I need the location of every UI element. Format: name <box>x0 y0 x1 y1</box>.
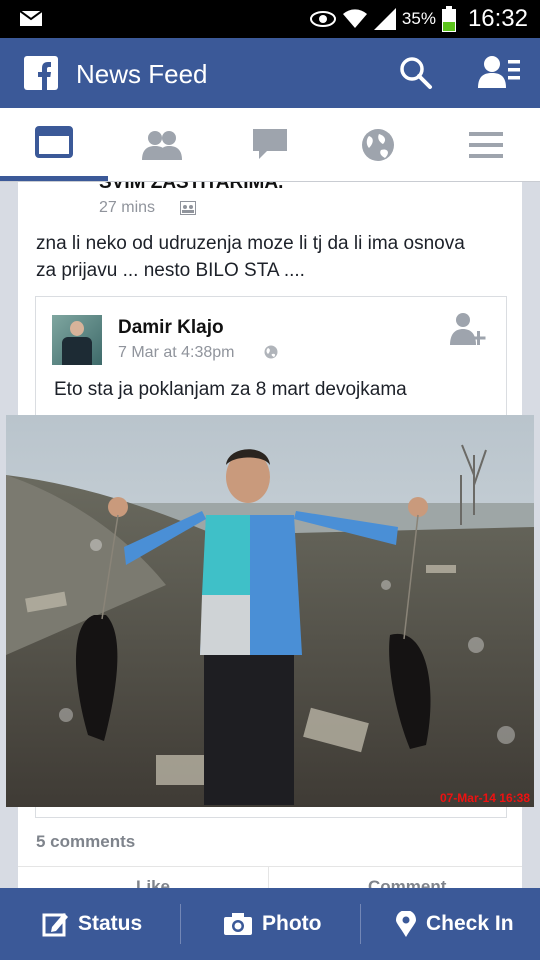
tab-notifications[interactable] <box>324 108 432 181</box>
location-pin-icon <box>396 911 416 937</box>
clock: 16:32 <box>467 5 528 32</box>
eye-icon <box>309 11 336 27</box>
post-timestamp[interactable]: 27 mins <box>99 199 155 217</box>
photo-scene <box>6 415 534 807</box>
signal-icon <box>373 8 396 30</box>
bottom-action-bar: Status Photo Check In <box>0 888 540 960</box>
check-in-label: Check In <box>426 912 514 935</box>
photo-button[interactable]: Photo <box>224 888 321 960</box>
wifi-icon <box>342 9 367 28</box>
globe-icon <box>362 128 394 161</box>
page-title: News Feed <box>76 59 208 89</box>
compose-icon <box>42 913 68 937</box>
comments-count[interactable]: 5 comments <box>36 832 135 852</box>
post-text: zna li neko od udruzenja moze li tj da l… <box>36 233 465 281</box>
mail-icon <box>20 11 42 26</box>
app-bar: News Feed <box>0 38 540 108</box>
divider <box>360 904 361 944</box>
battery-percent: 35% <box>401 9 436 28</box>
photo-date-stamp: 07-Mar-14 16:38 <box>439 791 530 805</box>
add-friend-icon[interactable] <box>450 311 486 347</box>
shared-timestamp[interactable]: 7 Mar at 4:38pm <box>118 344 235 362</box>
facebook-logo-icon[interactable] <box>24 56 58 90</box>
messages-icon <box>253 128 287 159</box>
news-feed-icon <box>35 126 73 158</box>
tab-more[interactable] <box>432 108 540 181</box>
comment-button[interactable]: Comment <box>368 877 446 888</box>
friend-requests-icon <box>142 130 182 160</box>
battery-icon <box>441 6 456 32</box>
check-in-button[interactable]: Check In <box>396 888 514 960</box>
public-globe-icon <box>264 345 278 359</box>
avatar[interactable] <box>52 315 102 365</box>
status-bar: 35% 16:32 <box>0 0 540 38</box>
group-privacy-icon <box>180 201 196 215</box>
status-label: Status <box>78 912 143 935</box>
post-title: SVIM ZASTITARIMA. <box>99 182 284 193</box>
shared-author-name[interactable]: Damir Klajo <box>118 317 224 339</box>
menu-icon <box>469 131 503 158</box>
divider <box>180 904 181 944</box>
shared-post-text: Eto sta ja poklanjam za 8 mart devojkama <box>54 379 407 400</box>
photo-label: Photo <box>262 912 322 935</box>
status-button[interactable]: Status <box>42 888 142 960</box>
post-photo[interactable]: 07-Mar-14 16:38 <box>6 415 534 807</box>
divider <box>18 866 522 867</box>
tab-news-feed[interactable] <box>0 108 108 181</box>
friends-list-icon[interactable] <box>478 54 520 90</box>
like-button[interactable]: Like <box>136 877 170 888</box>
divider <box>268 866 269 888</box>
search-icon[interactable] <box>398 55 434 91</box>
tab-friend-requests[interactable] <box>108 108 216 181</box>
camera-icon <box>224 913 252 935</box>
tab-messages[interactable] <box>216 108 324 181</box>
tab-bar <box>0 108 540 182</box>
